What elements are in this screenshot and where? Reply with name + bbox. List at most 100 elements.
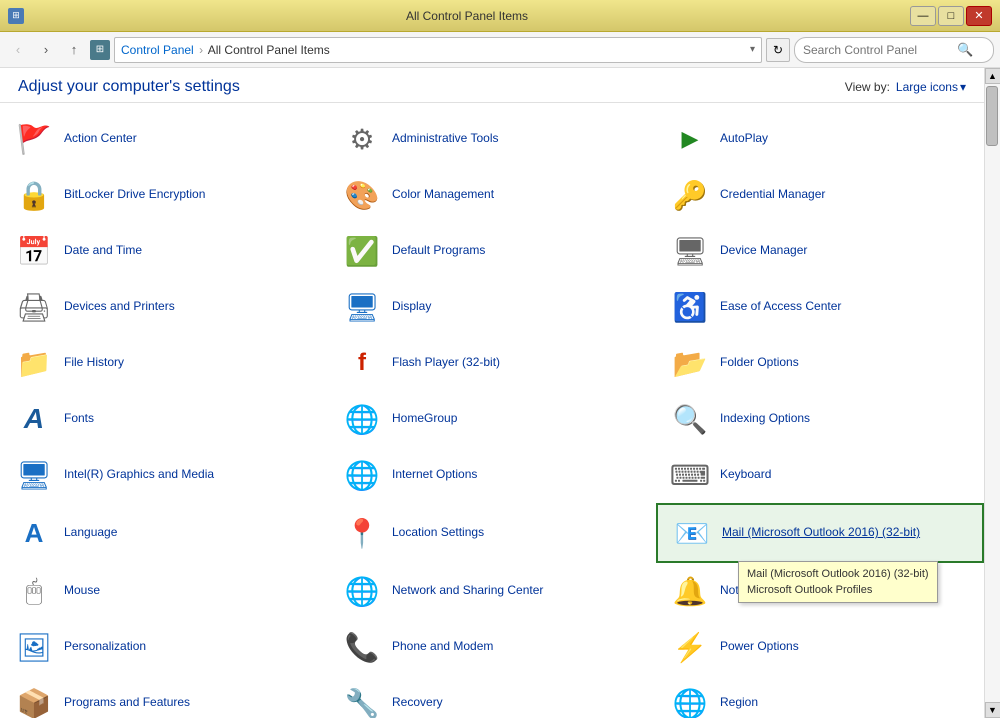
item-flash-player[interactable]: f Flash Player (32-bit) <box>328 335 656 391</box>
homegroup-icon: 🌐 <box>342 399 382 439</box>
item-recovery[interactable]: 🔧 Recovery <box>328 675 656 718</box>
item-devices-printers[interactable]: 🖨 Devices and Printers <box>0 279 328 335</box>
content-area: Adjust your computer's settings View by:… <box>0 68 984 718</box>
location-settings-label[interactable]: Location Settings <box>392 525 484 541</box>
close-button[interactable]: ✕ <box>966 6 992 26</box>
item-default-programs[interactable]: ✅ Default Programs <box>328 223 656 279</box>
item-power-options[interactable]: ⚡ Power Options <box>656 619 984 675</box>
devices-printers-label[interactable]: Devices and Printers <box>64 299 175 315</box>
folder-options-label[interactable]: Folder Options <box>720 355 799 371</box>
credential-manager-label[interactable]: Credential Manager <box>720 187 825 203</box>
mouse-label[interactable]: Mouse <box>64 583 100 599</box>
region-label[interactable]: Region <box>720 695 758 711</box>
item-mail[interactable]: 📧 Mail (Microsoft Outlook 2016) (32-bit)… <box>656 503 984 563</box>
item-personalization[interactable]: 🖼 Personalization <box>0 619 328 675</box>
item-bitlocker[interactable]: 🔒 BitLocker Drive Encryption <box>0 167 328 223</box>
forward-button[interactable]: › <box>34 38 58 62</box>
default-programs-icon: ✅ <box>342 231 382 271</box>
date-time-icon: 📅 <box>14 231 54 271</box>
item-credential-manager[interactable]: 🔑 Credential Manager <box>656 167 984 223</box>
vertical-scrollbar[interactable]: ▲ ▼ <box>984 68 1000 718</box>
fonts-label[interactable]: Fonts <box>64 411 94 427</box>
phone-modem-icon: 📞 <box>342 627 382 667</box>
address-path: Control Panel › All Control Panel Items <box>121 43 330 57</box>
path-control-panel[interactable]: Control Panel <box>121 43 194 57</box>
tooltip-item-2[interactable]: Microsoft Outlook Profiles <box>747 582 929 598</box>
search-icon[interactable]: 🔍 <box>957 42 973 58</box>
address-box[interactable]: Control Panel › All Control Panel Items … <box>114 37 762 63</box>
network-sharing-label[interactable]: Network and Sharing Center <box>392 583 543 599</box>
item-device-manager[interactable]: 🖥 Device Manager <box>656 223 984 279</box>
item-autoplay[interactable]: ▶ AutoPlay <box>656 111 984 167</box>
item-fonts[interactable]: A Fonts <box>0 391 328 447</box>
up-button[interactable]: ↑ <box>62 38 86 62</box>
intel-graphics-label[interactable]: Intel(R) Graphics and Media <box>64 467 214 483</box>
bitlocker-label[interactable]: BitLocker Drive Encryption <box>64 187 205 203</box>
indexing-options-icon: 🔍 <box>670 399 710 439</box>
flash-player-label[interactable]: Flash Player (32-bit) <box>392 355 500 371</box>
bitlocker-icon: 🔒 <box>14 175 54 215</box>
administrative-tools-icon: ⚙ <box>342 119 382 159</box>
color-management-icon: 🎨 <box>342 175 382 215</box>
item-phone-modem[interactable]: 📞 Phone and Modem <box>328 619 656 675</box>
view-by-value: Large icons <box>896 80 958 94</box>
item-color-management[interactable]: 🎨 Color Management <box>328 167 656 223</box>
item-administrative-tools[interactable]: ⚙ Administrative Tools <box>328 111 656 167</box>
color-management-label[interactable]: Color Management <box>392 187 494 203</box>
item-folder-options[interactable]: 📂 Folder Options <box>656 335 984 391</box>
ease-of-access-label[interactable]: Ease of Access Center <box>720 299 841 315</box>
minimize-button[interactable]: — <box>910 6 936 26</box>
default-programs-label[interactable]: Default Programs <box>392 243 485 259</box>
refresh-button[interactable]: ↻ <box>766 38 790 62</box>
item-indexing-options[interactable]: 🔍 Indexing Options <box>656 391 984 447</box>
item-action-center[interactable]: 🚩 Action Center <box>0 111 328 167</box>
internet-options-icon: 🌐 <box>342 455 382 495</box>
device-manager-label[interactable]: Device Manager <box>720 243 807 259</box>
search-input[interactable] <box>803 43 953 57</box>
scroll-down-arrow[interactable]: ▼ <box>985 702 1000 718</box>
window-title: All Control Panel Items <box>24 9 910 23</box>
item-mouse[interactable]: 🖱 Mouse <box>0 563 328 619</box>
region-icon: 🌐 <box>670 683 710 718</box>
item-date-time[interactable]: 📅 Date and Time <box>0 223 328 279</box>
scroll-up-arrow[interactable]: ▲ <box>985 68 1000 84</box>
administrative-tools-label[interactable]: Administrative Tools <box>392 131 499 147</box>
scroll-thumb[interactable] <box>986 86 998 146</box>
tooltip-item-1[interactable]: Mail (Microsoft Outlook 2016) (32-bit) <box>747 566 929 582</box>
recovery-label[interactable]: Recovery <box>392 695 443 711</box>
language-label[interactable]: Language <box>64 525 117 541</box>
date-time-label[interactable]: Date and Time <box>64 243 142 259</box>
item-region[interactable]: 🌐 Region <box>656 675 984 718</box>
back-button[interactable]: ‹ <box>6 38 30 62</box>
item-intel-graphics[interactable]: 🖥 Intel(R) Graphics and Media <box>0 447 328 503</box>
programs-features-label[interactable]: Programs and Features <box>64 695 190 711</box>
item-file-history[interactable]: 📁 File History <box>0 335 328 391</box>
address-dropdown[interactable]: ▾ <box>750 44 755 55</box>
item-keyboard[interactable]: ⌨ Keyboard <box>656 447 984 503</box>
maximize-button[interactable]: □ <box>938 6 964 26</box>
item-homegroup[interactable]: 🌐 HomeGroup <box>328 391 656 447</box>
item-internet-options[interactable]: 🌐 Internet Options <box>328 447 656 503</box>
keyboard-label[interactable]: Keyboard <box>720 467 771 483</box>
item-network-sharing[interactable]: 🌐 Network and Sharing Center <box>328 563 656 619</box>
file-history-label[interactable]: File History <box>64 355 124 371</box>
ease-of-access-icon: ♿ <box>670 287 710 327</box>
autoplay-label[interactable]: AutoPlay <box>720 131 768 147</box>
internet-options-label[interactable]: Internet Options <box>392 467 477 483</box>
personalization-label[interactable]: Personalization <box>64 639 146 655</box>
item-language[interactable]: A Language <box>0 503 328 563</box>
phone-modem-label[interactable]: Phone and Modem <box>392 639 493 655</box>
item-programs-features[interactable]: 📦 Programs and Features <box>0 675 328 718</box>
mail-label[interactable]: Mail (Microsoft Outlook 2016) (32-bit) <box>722 525 920 541</box>
scroll-track[interactable] <box>985 84 1000 702</box>
item-ease-of-access[interactable]: ♿ Ease of Access Center <box>656 279 984 335</box>
view-by-dropdown[interactable]: Large icons ▾ <box>896 80 966 94</box>
item-display[interactable]: 🖥 Display <box>328 279 656 335</box>
homegroup-label[interactable]: HomeGroup <box>392 411 457 427</box>
item-location-settings[interactable]: 📍 Location Settings <box>328 503 656 563</box>
action-center-label[interactable]: Action Center <box>64 131 137 147</box>
action-center-icon: 🚩 <box>14 119 54 159</box>
indexing-options-label[interactable]: Indexing Options <box>720 411 810 427</box>
display-label[interactable]: Display <box>392 299 431 315</box>
power-options-label[interactable]: Power Options <box>720 639 799 655</box>
